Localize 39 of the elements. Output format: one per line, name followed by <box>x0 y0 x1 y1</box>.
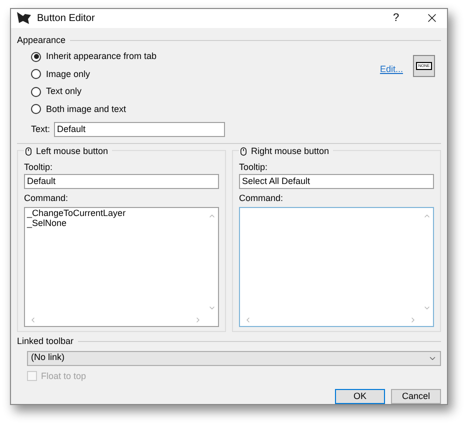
scroll-left-icon[interactable] <box>244 316 252 324</box>
field-label: Tooltip: <box>24 160 54 174</box>
tooltip-field[interactable]: Default <box>24 174 219 189</box>
field-label: Text: <box>31 122 50 136</box>
scroll-down-icon[interactable] <box>423 304 431 312</box>
edit-link[interactable]: Edit... <box>380 63 403 76</box>
radio-label[interactable]: Image only <box>46 68 90 81</box>
app-logo-icon <box>17 12 31 24</box>
tooltip-field[interactable]: Select All Default <box>239 174 434 189</box>
radio-label[interactable]: Inherit appearance from tab <box>46 50 157 64</box>
radio-button[interactable] <box>31 52 41 62</box>
scroll-right-icon[interactable] <box>409 316 417 324</box>
group-label: Right mouse button <box>251 145 330 158</box>
radio-button[interactable] <box>31 69 41 80</box>
field-label: Tooltip: <box>239 160 269 174</box>
radio-button[interactable] <box>31 104 41 114</box>
scroll-right-icon[interactable] <box>194 316 202 324</box>
mouse-icon <box>239 147 248 156</box>
toolbar-dropdown[interactable]: (No link) <box>27 350 441 366</box>
section-label: Linked toolbar <box>17 335 74 348</box>
text-field[interactable]: Default <box>54 122 226 137</box>
mouse-icon <box>24 147 33 156</box>
command-line: _SelNone <box>27 218 67 228</box>
command-line: _ChangeToCurrentLayer <box>27 208 127 218</box>
dialog-button[interactable]: OK <box>335 389 385 404</box>
radio-label[interactable]: Text only <box>46 85 82 98</box>
radio-button[interactable] <box>31 86 41 97</box>
field-label: Command: <box>24 192 70 205</box>
command-field[interactable] <box>239 206 434 327</box>
group-label: Left mouse button <box>36 145 108 158</box>
field-label: Command: <box>239 192 284 205</box>
dialog-button[interactable]: Cancel <box>391 389 441 404</box>
scroll-down-icon[interactable] <box>208 304 216 312</box>
scroll-left-icon[interactable] <box>29 316 37 324</box>
help-button[interactable]: ? <box>383 10 409 26</box>
radio-label[interactable]: Both image and text <box>46 102 126 116</box>
command-field[interactable]: _ChangeToCurrentLayer _SelNone <box>24 206 219 327</box>
window-title: Button Editor <box>37 12 96 26</box>
section-label: Appearance <box>17 34 66 47</box>
